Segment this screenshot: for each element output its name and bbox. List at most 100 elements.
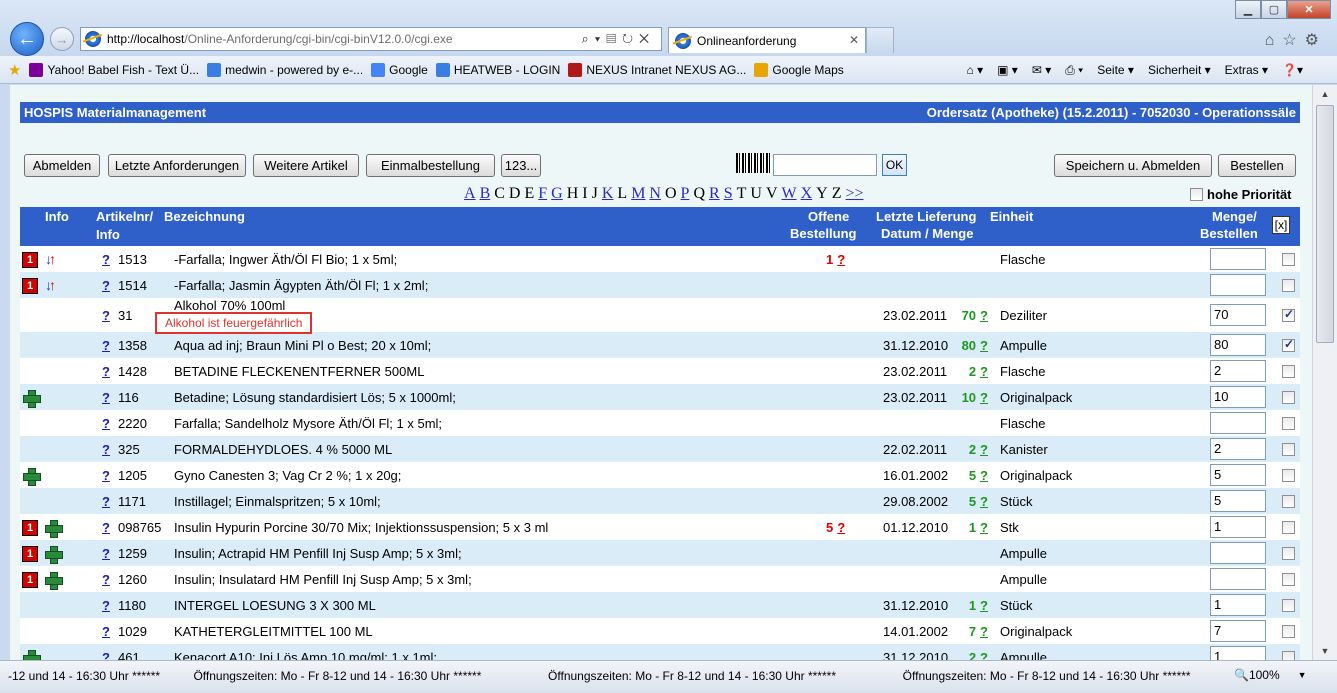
- alphabet-letter[interactable]: A: [464, 185, 476, 202]
- row-checkbox[interactable]: [1282, 307, 1295, 322]
- favorite-link[interactable]: NEXUS Intranet NEXUS AG...: [568, 62, 746, 77]
- menu-tools[interactable]: Extras ▾: [1225, 63, 1268, 77]
- row-checkbox[interactable]: [1282, 365, 1295, 378]
- feeds-icon[interactable]: ▣ ▾: [997, 63, 1018, 77]
- row-checkbox[interactable]: [1282, 391, 1295, 404]
- gear-icon[interactable]: ⚙: [1305, 32, 1327, 49]
- scroll-down-arrow-icon[interactable]: ▼: [1313, 642, 1337, 660]
- order-quantity-input[interactable]: [1210, 248, 1266, 270]
- more-items-button[interactable]: Weitere Artikel: [253, 154, 359, 177]
- info-link[interactable]: ?: [102, 252, 110, 267]
- info-link[interactable]: ?: [102, 308, 110, 323]
- order-quantity-input[interactable]: 7: [1210, 620, 1266, 642]
- favorite-link[interactable]: Yahoo! Babel Fish - Text Ü...: [29, 62, 199, 77]
- info-link[interactable]: ?: [102, 390, 110, 405]
- alphabet-letter[interactable]: G: [551, 185, 563, 202]
- info-link[interactable]: ?: [102, 468, 110, 483]
- alphabet-letter[interactable]: X: [801, 185, 813, 202]
- info-link[interactable]: ?: [102, 416, 110, 431]
- order-quantity-input[interactable]: [1210, 568, 1266, 590]
- alphabet-letter[interactable]: P: [681, 185, 690, 202]
- stop-icon[interactable]: ✕: [639, 31, 655, 46]
- row-checkbox[interactable]: [1282, 547, 1295, 560]
- delivery-info-link[interactable]: ?: [980, 338, 988, 353]
- order-quantity-input[interactable]: 1: [1210, 646, 1266, 660]
- order-quantity-input[interactable]: 5: [1210, 464, 1266, 486]
- order-quantity-input[interactable]: [1210, 274, 1266, 296]
- search-icon[interactable]: ⌕: [581, 31, 594, 46]
- info-link[interactable]: ?: [102, 520, 110, 535]
- home-menu-icon[interactable]: ⌂ ▾: [967, 63, 984, 77]
- info-link[interactable]: ?: [102, 442, 110, 457]
- zoom-control[interactable]: 🔍 100% ▼: [1234, 668, 1307, 682]
- priority-toggle[interactable]: hohe Priorität: [1190, 187, 1292, 202]
- delivery-info-link[interactable]: ?: [980, 520, 988, 535]
- row-checkbox[interactable]: [1282, 599, 1295, 612]
- info-link[interactable]: ?: [102, 278, 110, 293]
- open-order-info-link[interactable]: ?: [837, 252, 845, 267]
- menu-security[interactable]: Sicherheit ▾: [1148, 63, 1211, 77]
- info-link[interactable]: ?: [102, 364, 110, 379]
- close-window-button[interactable]: ✕: [1287, 0, 1331, 19]
- row-checkbox[interactable]: [1282, 651, 1295, 660]
- info-link[interactable]: ?: [102, 598, 110, 613]
- row-checkbox[interactable]: [1282, 469, 1295, 482]
- order-button[interactable]: Bestellen: [1218, 154, 1296, 177]
- favorite-link[interactable]: Google: [371, 62, 428, 77]
- delivery-info-link[interactable]: ?: [980, 364, 988, 379]
- info-link[interactable]: ?: [102, 546, 110, 561]
- alphabet-letter[interactable]: R: [709, 185, 720, 202]
- dropdown-icon[interactable]: ▾: [595, 31, 606, 46]
- logout-button[interactable]: Abmelden: [24, 154, 100, 177]
- delivery-info-link[interactable]: ?: [980, 494, 988, 509]
- delivery-info-link[interactable]: ?: [980, 624, 988, 639]
- alphabet-letter[interactable]: M: [631, 185, 645, 202]
- row-checkbox[interactable]: [1282, 443, 1295, 456]
- home-icon[interactable]: ⌂: [1265, 32, 1283, 49]
- order-quantity-input[interactable]: 80: [1210, 334, 1266, 356]
- alphabet-letter[interactable]: S: [724, 185, 733, 202]
- single-order-button[interactable]: Einmalbestellung: [366, 154, 495, 177]
- delivery-info-link[interactable]: ?: [980, 308, 988, 323]
- order-quantity-input[interactable]: 70: [1210, 304, 1266, 326]
- ok-button[interactable]: OK: [882, 154, 907, 176]
- row-checkbox[interactable]: [1282, 253, 1295, 266]
- order-quantity-input[interactable]: 2: [1210, 438, 1266, 460]
- order-quantity-input[interactable]: 5: [1210, 490, 1266, 512]
- row-checkbox[interactable]: [1282, 573, 1295, 586]
- vertical-scrollbar[interactable]: ▲ ▼: [1312, 85, 1337, 660]
- favorite-link[interactable]: Google Maps: [754, 62, 844, 77]
- alphabet-letter[interactable]: F: [538, 185, 547, 202]
- info-link[interactable]: ?: [102, 338, 110, 353]
- order-quantity-input[interactable]: 1: [1210, 594, 1266, 616]
- delivery-info-link[interactable]: ?: [980, 468, 988, 483]
- order-quantity-input[interactable]: [1210, 412, 1266, 434]
- minimize-button[interactable]: ▁: [1235, 0, 1261, 19]
- compatibility-icon[interactable]: ▤: [606, 31, 622, 46]
- delivery-info-link[interactable]: ?: [980, 598, 988, 613]
- back-button[interactable]: ←: [10, 22, 44, 56]
- row-checkbox[interactable]: [1282, 625, 1295, 638]
- print-icon[interactable]: ⎙ ▾: [1065, 63, 1083, 78]
- number-button[interactable]: 123...: [501, 154, 541, 177]
- menu-page[interactable]: Seite ▾: [1097, 63, 1134, 77]
- row-checkbox[interactable]: [1282, 417, 1295, 430]
- order-quantity-input[interactable]: [1210, 542, 1266, 564]
- new-tab-button[interactable]: [866, 27, 894, 53]
- order-quantity-input[interactable]: 2: [1210, 360, 1266, 382]
- info-link[interactable]: ?: [102, 572, 110, 587]
- url-text[interactable]: http://localhost/Online-Anforderung/cgi-…: [107, 32, 453, 46]
- scroll-up-arrow-icon[interactable]: ▲: [1313, 85, 1337, 103]
- refresh-icon[interactable]: ↻: [622, 31, 639, 46]
- info-link[interactable]: ?: [102, 624, 110, 639]
- open-order-info-link[interactable]: ?: [837, 520, 845, 535]
- address-bar[interactable]: http://localhost/Online-Anforderung/cgi-…: [80, 27, 662, 51]
- mail-icon[interactable]: ✉ ▾: [1032, 63, 1051, 77]
- favorite-link[interactable]: medwin - powered by e-...: [207, 62, 363, 77]
- alphabet-letter[interactable]: >>: [846, 185, 864, 202]
- alphabet-letter[interactable]: W: [782, 185, 797, 202]
- info-link[interactable]: ?: [102, 494, 110, 509]
- info-link[interactable]: ?: [102, 650, 110, 660]
- alphabet-letter[interactable]: K: [602, 185, 614, 202]
- favorites-star-icon[interactable]: ☆: [1282, 32, 1304, 49]
